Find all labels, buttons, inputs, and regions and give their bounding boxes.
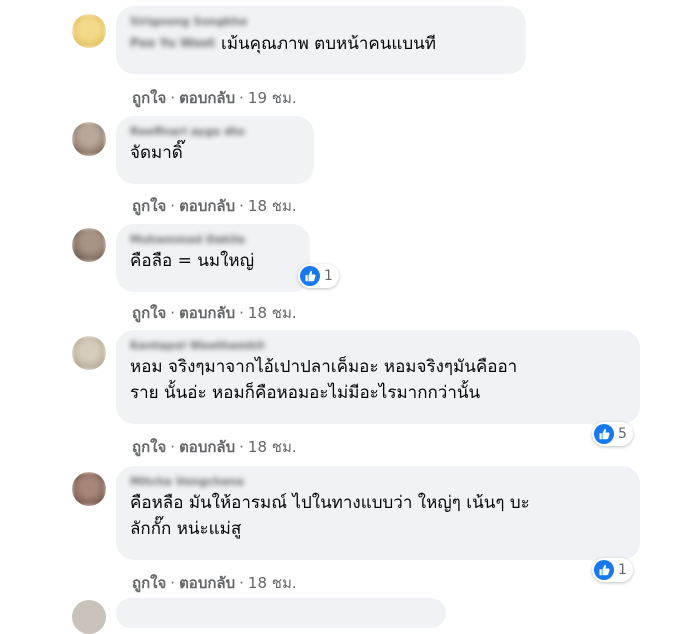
avatar[interactable] <box>72 472 106 506</box>
reply-link[interactable]: ตอบกลับ <box>179 197 235 215</box>
comment-text: คือลือ = นมใหญ่ <box>130 251 255 271</box>
like-link[interactable]: ถูกใจ <box>132 197 166 215</box>
reaction-count[interactable]: 1 <box>298 264 339 288</box>
reply-link[interactable]: ตอบกลับ <box>179 438 235 456</box>
avatar[interactable] <box>72 336 106 370</box>
comment-author[interactable]: Reeffnarl ayga dto <box>130 124 300 140</box>
comment-time[interactable]: 18 ชม. <box>248 197 297 215</box>
comment-actions: ถูกใจ · ตอบกลับ · 18 ชม. <box>132 438 297 456</box>
reaction-number: 1 <box>324 268 333 284</box>
comment-author[interactable]: Muhammad Dakila <box>130 232 296 248</box>
like-link[interactable]: ถูกใจ <box>132 438 166 456</box>
reply-link[interactable]: ตอบกลับ <box>179 574 235 592</box>
like-link[interactable]: ถูกใจ <box>132 574 166 592</box>
like-link[interactable]: ถูกใจ <box>132 304 166 322</box>
comment-time[interactable]: 18 ชม. <box>248 574 297 592</box>
comment-actions: ถูกใจ · ตอบกลับ · 18 ชม. <box>132 304 297 322</box>
comment-time[interactable]: 19 ชม. <box>248 89 297 107</box>
reply-link[interactable]: ตอบกลับ <box>179 89 235 107</box>
comment-author[interactable]: Kantapol Weethamkit <box>130 338 626 354</box>
like-link[interactable]: ถูกใจ <box>132 89 166 107</box>
thumbs-up-icon <box>300 266 320 286</box>
thumbs-up-icon <box>594 560 614 580</box>
comment-author[interactable]: Sirigoong Songkha <box>130 14 512 30</box>
reaction-number: 1 <box>618 562 627 578</box>
reaction-count[interactable]: 1 <box>592 558 633 582</box>
comment-time[interactable]: 18 ชม. <box>248 304 297 322</box>
avatar[interactable] <box>72 228 106 262</box>
avatar[interactable] <box>72 600 106 634</box>
comment-bubble: Mitcha Vongchana คือหลือ มันให้อารมณ์ ไป… <box>116 466 640 560</box>
comment-bubble: Reeffnarl ayga dto จัดมาดิ๊ <box>116 116 314 184</box>
comment-actions: ถูกใจ · ตอบกลับ · 18 ชม. <box>132 197 297 215</box>
reaction-count[interactable]: 5 <box>592 422 633 446</box>
comment-bubble: Sirigoong Songkha Poo Yu Woot เม้นคุณภาพ … <box>116 6 526 74</box>
thumbs-up-icon <box>594 424 614 444</box>
comment-bubble: Muhammad Dakila คือลือ = นมใหญ่ <box>116 224 310 292</box>
comment-actions: ถูกใจ · ตอบกลับ · 18 ชม. <box>132 574 297 592</box>
comment-text: จัดมาดิ๊ <box>130 143 183 163</box>
comment-bubble: Kantapol Weethamkit หอม จริงๆมาจากไอ้เปา… <box>116 330 640 424</box>
comment-actions: ถูกใจ · ตอบกลับ · 19 ชม. <box>132 89 297 107</box>
comment-time[interactable]: 18 ชม. <box>248 438 297 456</box>
comment-author[interactable]: Mitcha Vongchana <box>130 474 626 490</box>
comment-bubble <box>116 598 446 628</box>
reaction-number: 5 <box>618 426 627 442</box>
tagged-user[interactable]: Poo Yu Woot <box>130 30 215 56</box>
reply-link[interactable]: ตอบกลับ <box>179 304 235 322</box>
avatar[interactable] <box>72 122 106 156</box>
comment-text: Poo Yu Woot เม้นคุณภาพ ตบหน้าคนแบนที <box>130 30 512 57</box>
comment-text: คือหลือ มันให้อารมณ์ ไปในทางแบบว่า ใหญ่ๆ… <box>130 493 530 539</box>
comment-text: หอม จริงๆมาจากไอ้เปาปลาเค็มอะ หอมจริงๆมั… <box>130 357 518 403</box>
avatar[interactable] <box>72 14 106 48</box>
